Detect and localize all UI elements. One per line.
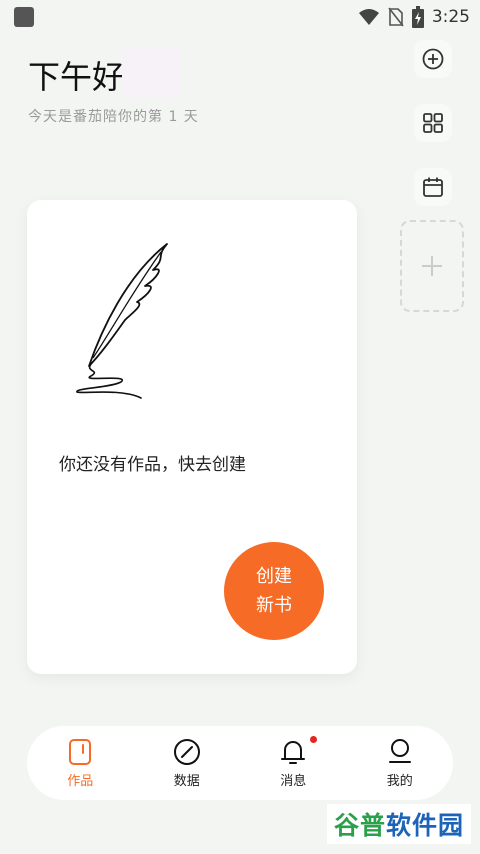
watermark-part1: 谷普: [333, 811, 386, 840]
battery-icon: [411, 6, 424, 28]
watermark-part2: 软件园: [386, 811, 465, 840]
create-new-book-button[interactable]: 创建 新书: [224, 542, 324, 640]
bottom-nav: 作品 数据 消息 我的: [27, 726, 453, 800]
nav-label-profile: 我的: [386, 773, 413, 789]
plus-icon: [422, 256, 442, 276]
add-circle-button[interactable]: [414, 40, 452, 78]
book-icon: [69, 738, 92, 765]
works-card: 你还没有作品，快去创建 创建 新书: [27, 200, 357, 674]
status-bar: 3:25: [0, 0, 480, 34]
nav-tab-data[interactable]: 数据: [147, 738, 227, 789]
empty-state-message: 你还没有作品，快去创建: [59, 455, 246, 475]
days-subtitle: 今天是番茄陪你的第 1 天: [28, 109, 199, 125]
create-button-label-line2: 新书: [256, 595, 292, 616]
status-icons: 3:25: [358, 6, 470, 28]
watermark-logo: 谷普 软件园: [327, 804, 471, 844]
status-time: 3:25: [431, 7, 470, 27]
quill-pen-icon: [76, 243, 168, 399]
calendar-icon: [423, 177, 443, 197]
create-button-label-line1: 创建: [256, 566, 292, 587]
nav-tab-works[interactable]: 作品: [40, 738, 120, 789]
add-slot-button[interactable]: [400, 220, 464, 312]
notification-badge: [310, 735, 318, 743]
nav-label-messages: 消息: [280, 773, 307, 789]
no-sim-icon: [388, 7, 404, 27]
greeting-title: 下午好: [28, 58, 125, 96]
plus-circle-icon: [422, 48, 444, 70]
wifi-icon: [358, 9, 379, 25]
calendar-button[interactable]: [414, 168, 452, 206]
grid-icon: [423, 113, 443, 133]
app-notification-icon: [14, 7, 34, 27]
nav-tab-profile[interactable]: 我的: [360, 738, 440, 789]
bell-icon: [281, 740, 306, 764]
avatar[interactable]: [122, 48, 180, 98]
nav-label-data: 数据: [173, 773, 200, 789]
grid-view-button[interactable]: [414, 104, 452, 142]
profile-icon: [388, 738, 411, 763]
nav-tab-messages[interactable]: 消息: [253, 735, 333, 789]
compass-icon: [173, 738, 200, 765]
nav-label-works: 作品: [67, 773, 94, 789]
